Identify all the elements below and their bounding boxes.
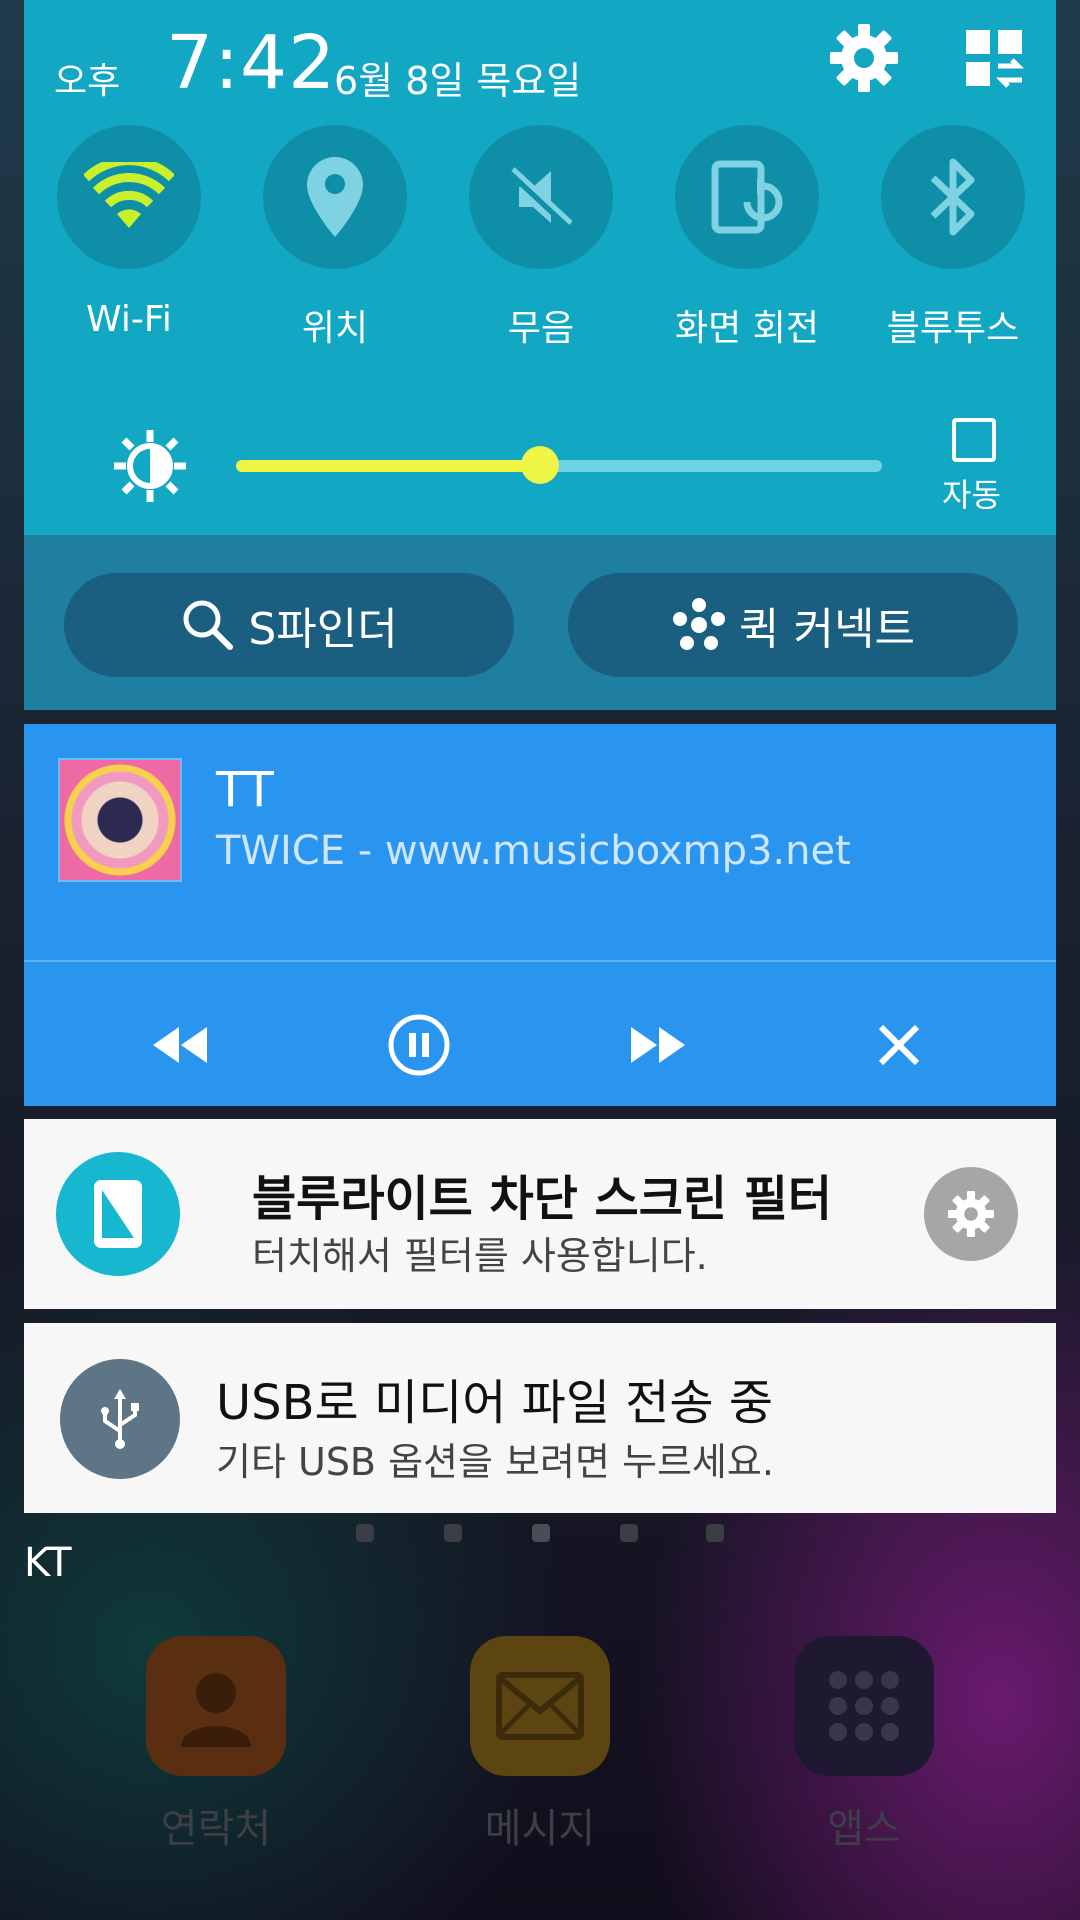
status-ampm: 오후 bbox=[54, 61, 121, 102]
pause-icon[interactable] bbox=[384, 1010, 454, 1080]
location-icon bbox=[263, 125, 407, 269]
mute-icon bbox=[469, 125, 613, 269]
quick-connect-label: 퀵 커넥트 bbox=[739, 604, 915, 655]
contacts-icon bbox=[146, 1636, 286, 1776]
dock-app-contacts[interactable]: 연락처 bbox=[146, 1636, 286, 1854]
toggle-location[interactable]: 위치 bbox=[260, 125, 410, 351]
phone-filter-icon bbox=[56, 1152, 180, 1276]
notification-title: 블루라이트 차단 스크린 필터 bbox=[252, 1171, 833, 1227]
toggle-label: 위치 bbox=[301, 308, 369, 349]
page-indicator bbox=[356, 1524, 736, 1544]
settings-gear-icon[interactable] bbox=[824, 18, 904, 98]
toggle-wifi[interactable]: Wi-Fi bbox=[54, 125, 204, 340]
dock-app-label: 연락처 bbox=[160, 1806, 272, 1852]
toggle-label: Wi-Fi bbox=[86, 299, 172, 340]
notification-blue-light-filter[interactable]: 블루라이트 차단 스크린 필터 터치해서 필터를 사용합니다. bbox=[24, 1119, 1056, 1309]
toggle-label: 무음 bbox=[507, 308, 575, 349]
toggle-label: 화면 회전 bbox=[675, 308, 819, 349]
notification-usb[interactable]: USB로 미디어 파일 전송 중 기타 USB 옵션을 보려면 누르세요. bbox=[24, 1323, 1056, 1513]
quick-connect-button[interactable]: 퀵 커넥트 bbox=[568, 573, 1018, 677]
usb-icon bbox=[60, 1359, 180, 1479]
brightness-slider[interactable] bbox=[236, 446, 882, 484]
status-date[interactable]: 6월 8일 목요일 bbox=[334, 50, 581, 105]
page-dot bbox=[444, 1524, 462, 1542]
divider bbox=[24, 960, 1056, 962]
notification-title: USB로 미디어 파일 전송 중 bbox=[216, 1375, 774, 1431]
toggle-bluetooth[interactable]: 블루투스 bbox=[878, 125, 1028, 351]
toggle-label: 블루투스 bbox=[886, 308, 1020, 349]
apps-icon bbox=[794, 1636, 934, 1776]
message-icon bbox=[470, 1636, 610, 1776]
album-art bbox=[58, 758, 182, 882]
search-icon bbox=[183, 600, 234, 650]
page-dot bbox=[620, 1524, 638, 1542]
notification-subtitle: 터치해서 필터를 사용합니다. bbox=[252, 1234, 708, 1278]
wifi-icon bbox=[57, 125, 201, 269]
filter-settings-gear-icon[interactable] bbox=[924, 1167, 1018, 1261]
close-icon[interactable] bbox=[864, 1010, 934, 1080]
dock-app-apps[interactable]: 앱스 bbox=[794, 1636, 934, 1854]
carrier-label: KT bbox=[24, 1540, 72, 1586]
brightness-slider-thumb[interactable] bbox=[520, 446, 559, 484]
rotate-icon bbox=[675, 125, 819, 269]
page-dot bbox=[706, 1524, 724, 1542]
page-dot bbox=[356, 1524, 374, 1542]
auto-brightness-label: 자동 bbox=[942, 476, 1001, 514]
home-page-dot bbox=[532, 1524, 550, 1542]
rewind-icon[interactable] bbox=[144, 1010, 214, 1080]
bluetooth-icon bbox=[881, 125, 1025, 269]
dock-app-messages[interactable]: 메시지 bbox=[470, 1636, 610, 1854]
notification-subtitle: 기타 USB 옵션을 보려면 누르세요. bbox=[216, 1440, 774, 1484]
track-artist: TWICE - www.musicboxmp3.net bbox=[216, 828, 851, 874]
dock-app-label: 앱스 bbox=[827, 1806, 901, 1852]
fast-forward-icon[interactable] bbox=[624, 1010, 694, 1080]
toggle-mute[interactable]: 무음 bbox=[466, 125, 616, 351]
auto-brightness-checkbox[interactable] bbox=[952, 418, 996, 462]
toggle-rotate[interactable]: 화면 회전 bbox=[672, 125, 822, 351]
music-notification[interactable]: TT TWICE - www.musicboxmp3.net bbox=[24, 724, 1056, 1106]
brightness-icon bbox=[112, 428, 188, 504]
status-clock: 7:42 bbox=[166, 20, 337, 106]
quick-panel: 오후 7:42 6월 8일 목요일 Wi-Fi 위치 무음 화면 회전 블루투스… bbox=[24, 0, 1056, 535]
brightness-slider-fill bbox=[236, 460, 540, 472]
dock-app-label: 메시지 bbox=[484, 1806, 596, 1852]
quick-connect-icon bbox=[673, 598, 726, 650]
edit-panel-grid-icon[interactable] bbox=[954, 18, 1034, 98]
s-finder-label: S파인더 bbox=[248, 604, 398, 655]
s-finder-button[interactable]: S파인더 bbox=[64, 573, 514, 677]
track-title: TT bbox=[216, 762, 274, 818]
